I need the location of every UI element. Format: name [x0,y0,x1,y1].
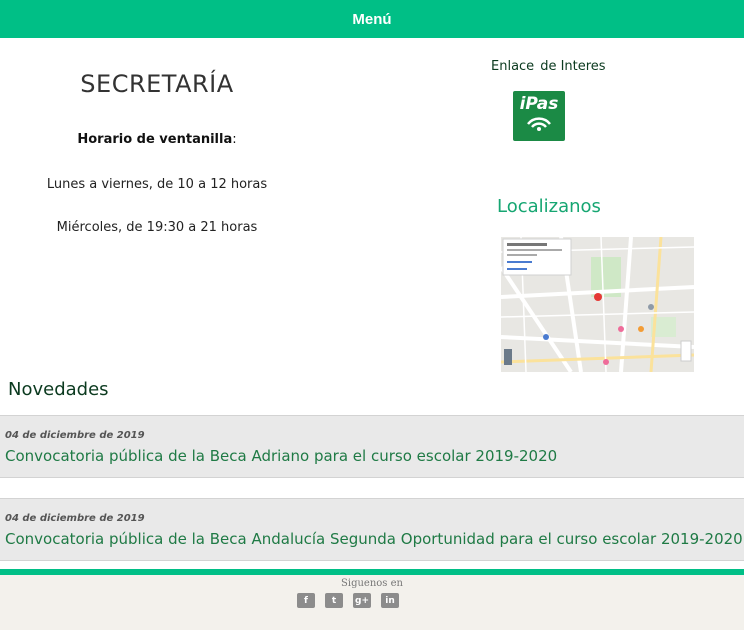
schedule-weekdays: Lunes a viernes, de 10 a 12 horas [46,177,268,192]
google-plus-icon[interactable]: g+ [353,593,371,608]
footer: Siguenos en f t g+ in [0,575,744,630]
wifi-icon [527,117,551,131]
links-heading: Enlace de Interes [491,59,606,74]
ipas-logo-text: iPas [519,94,559,114]
news-link[interactable]: Convocatoria pública de la Beca Adriano … [5,447,557,465]
twitter-icon[interactable]: t [325,593,343,608]
social-links: f t g+ in [297,593,399,608]
menu-button[interactable]: Menú [352,11,391,28]
locate-heading: Localizanos [497,196,601,217]
secretaria-title: SECRETARÍA [80,70,234,98]
news-date: 04 de diciembre de 2019 [5,430,145,441]
secretaria-section: SECRETARÍA Horario de ventanilla: Lunes … [0,70,314,263]
hours-heading: Horario de ventanilla: [0,132,314,147]
links-heading-b: de Interes [540,59,606,74]
ipas-link[interactable]: iPas [513,91,565,141]
news-link[interactable]: Convocatoria pública de la Beca Andalucí… [5,530,743,548]
facebook-icon[interactable]: f [297,593,315,608]
links-heading-a: Enlace [491,59,535,74]
linkedin-icon[interactable]: in [381,593,399,608]
news-item: 04 de diciembre de 2019 Convocatoria púb… [0,415,744,478]
map-image [501,237,694,372]
news-date: 04 de diciembre de 2019 [5,513,145,524]
follow-us-label: Siguenos en [341,578,403,589]
news-item: 04 de diciembre de 2019 Convocatoria púb… [0,498,744,561]
top-menu-bar: Menú [0,0,744,38]
schedule-wednesday: Miércoles, de 19:30 a 21 horas [56,220,258,235]
hours-colon: : [232,132,237,147]
news-heading: Novedades [8,379,109,400]
hours-label: Horario de ventanilla [77,132,233,147]
location-map[interactable] [501,237,694,372]
